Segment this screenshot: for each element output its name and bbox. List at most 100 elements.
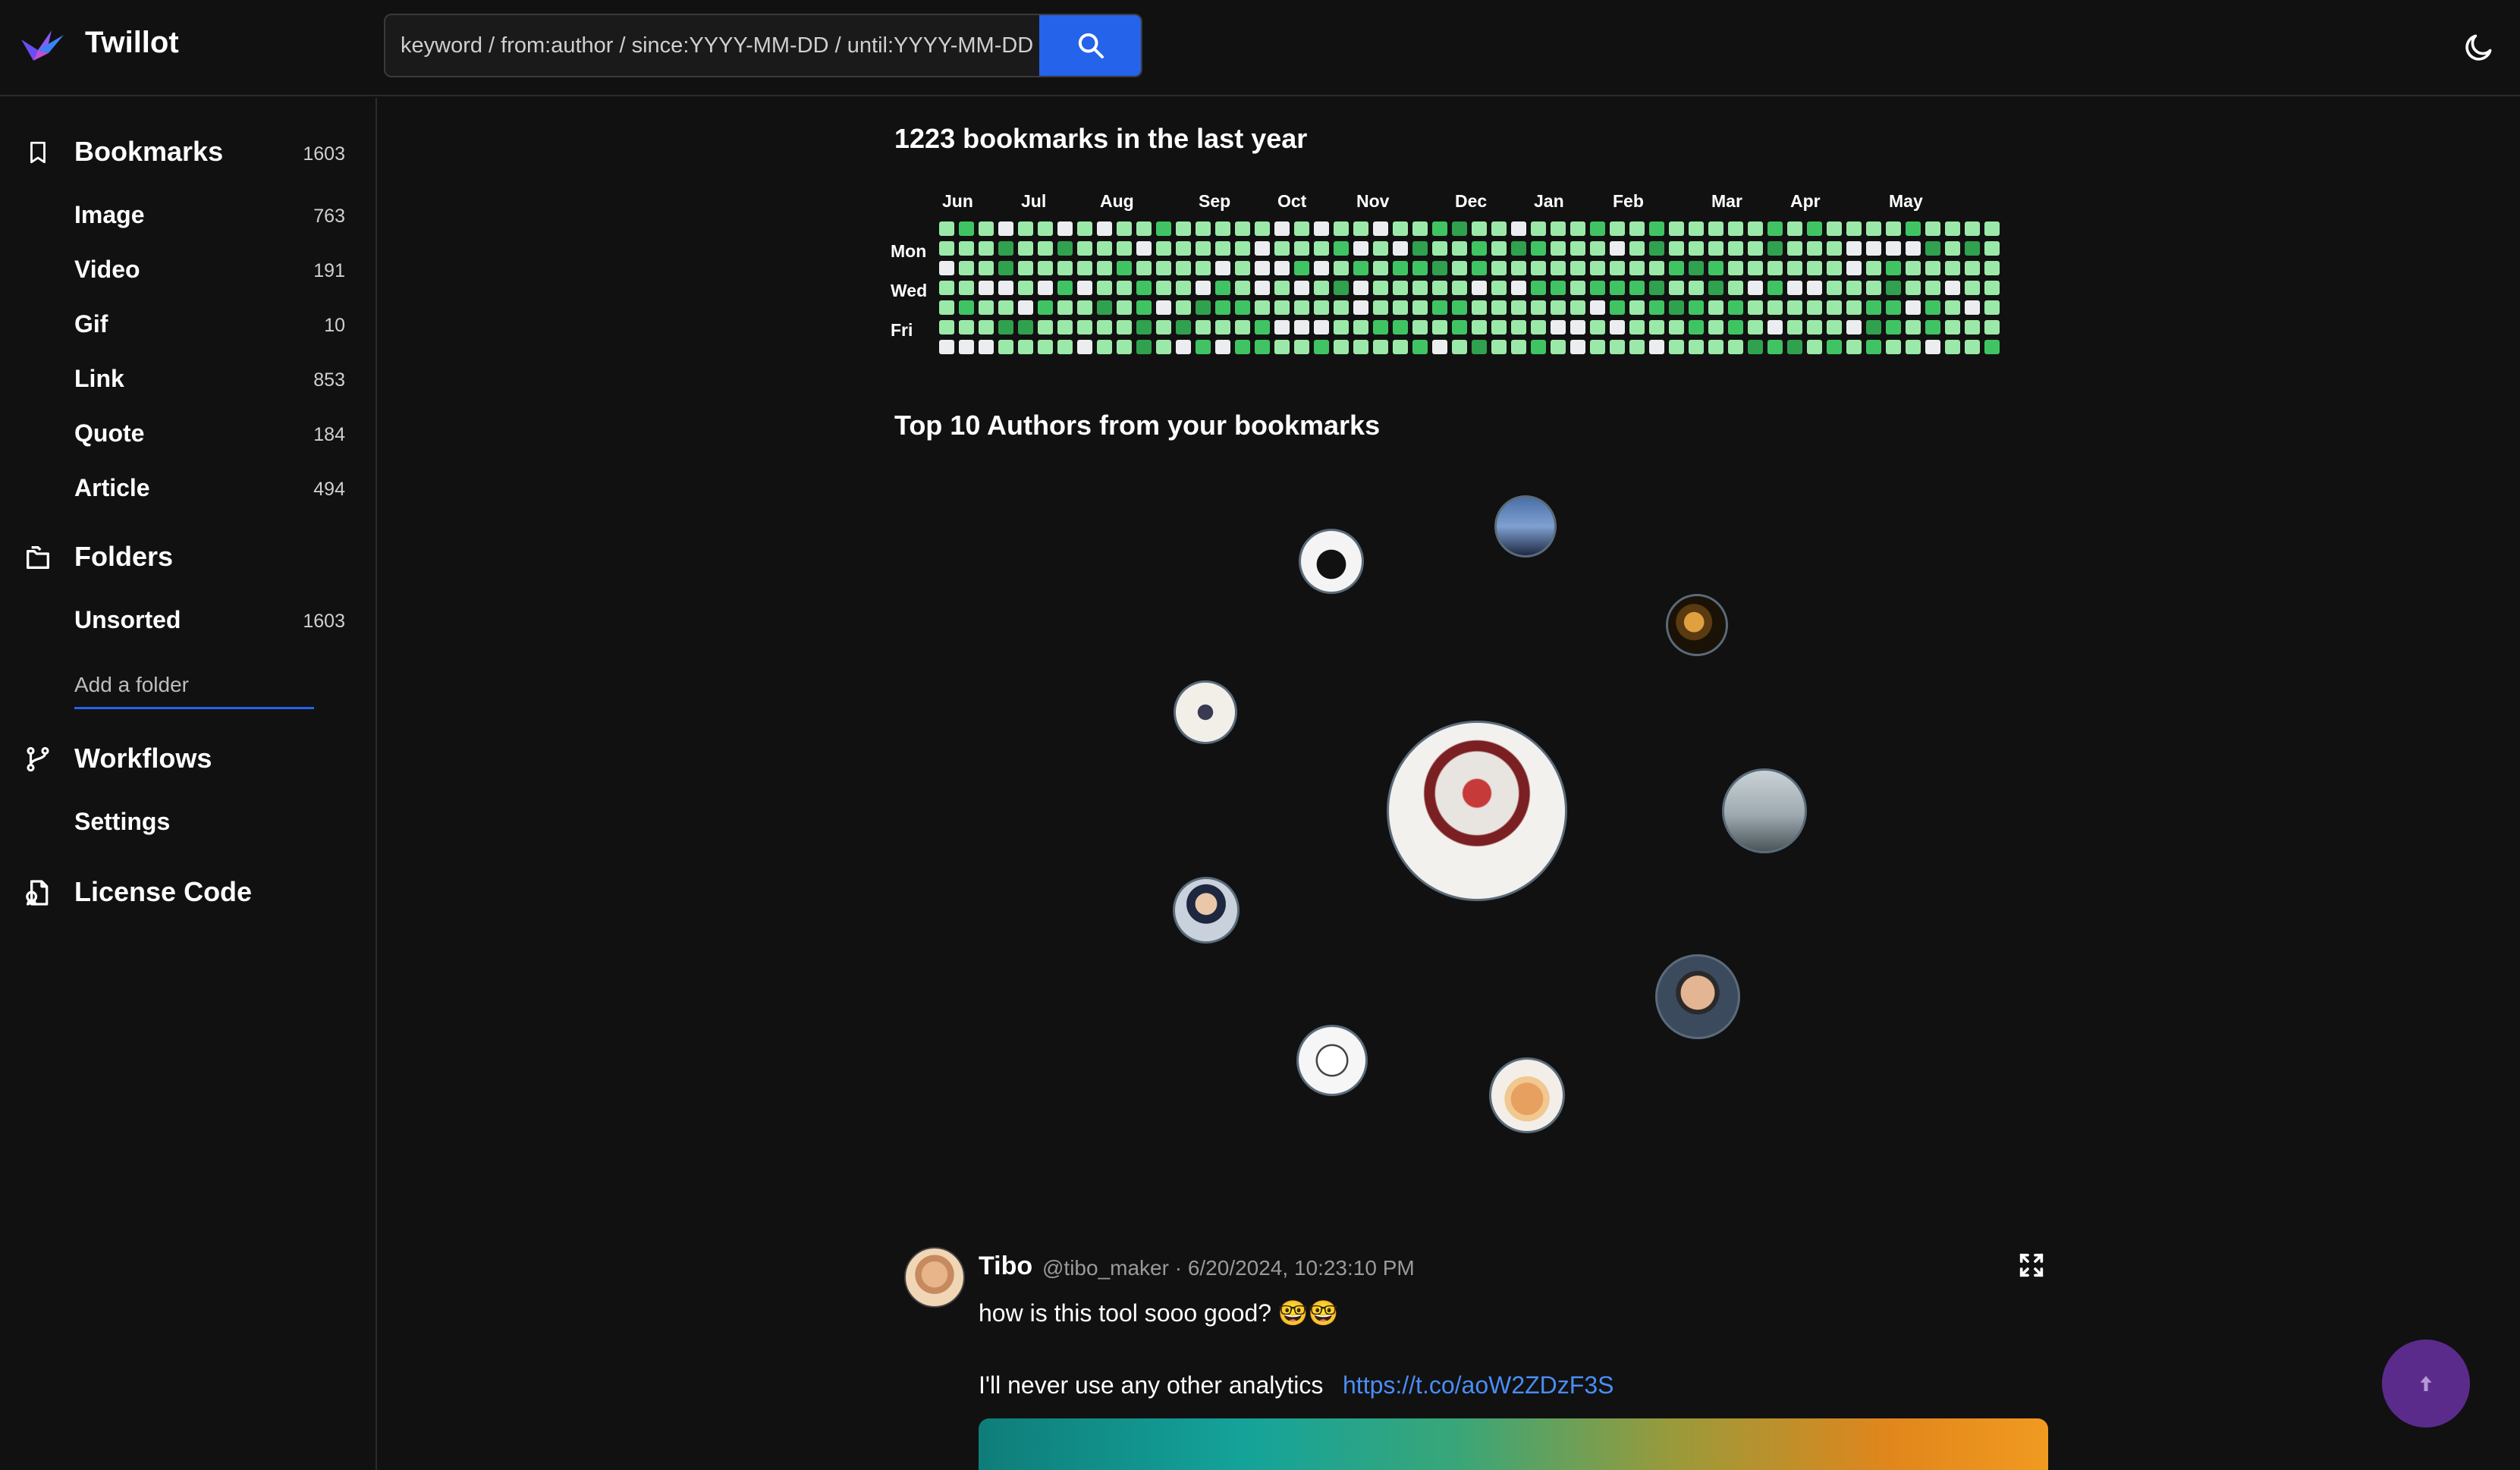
heatmap-cell[interactable] xyxy=(1215,281,1230,295)
heatmap-cell[interactable] xyxy=(1590,340,1605,354)
heatmap-cell[interactable] xyxy=(1018,221,1033,236)
heatmap-cell[interactable] xyxy=(1590,241,1605,256)
heatmap-cell[interactable] xyxy=(1570,281,1585,295)
author-avatar[interactable] xyxy=(1174,680,1237,744)
app-title[interactable]: Twillot xyxy=(85,26,179,60)
sidebar-item-workflows[interactable]: Workflows xyxy=(0,735,377,781)
heatmap-cell[interactable] xyxy=(1472,300,1487,315)
heatmap-cell[interactable] xyxy=(1708,300,1723,315)
heatmap-cell[interactable] xyxy=(1767,241,1783,256)
heatmap-cell[interactable] xyxy=(1945,221,1960,236)
heatmap-cell[interactable] xyxy=(959,300,974,315)
heatmap-cell[interactable] xyxy=(1669,320,1684,335)
heatmap-cell[interactable] xyxy=(1117,340,1132,354)
heatmap-cell[interactable] xyxy=(1531,221,1546,236)
heatmap-cell[interactable] xyxy=(1235,340,1250,354)
heatmap-cell[interactable] xyxy=(1649,320,1664,335)
heatmap-cell[interactable] xyxy=(1373,261,1388,275)
heatmap-cell[interactable] xyxy=(1866,281,1881,295)
heatmap-cell[interactable] xyxy=(1393,300,1408,315)
heatmap-cell[interactable] xyxy=(1117,281,1132,295)
heatmap-cell[interactable] xyxy=(1314,261,1329,275)
sidebar-item-image[interactable]: Image 763 xyxy=(0,192,377,234)
heatmap-cell[interactable] xyxy=(1787,320,1802,335)
heatmap-cell[interactable] xyxy=(1334,261,1349,275)
heatmap-cell[interactable] xyxy=(1629,241,1645,256)
heatmap-cell[interactable] xyxy=(1156,281,1171,295)
heatmap-cell[interactable] xyxy=(1906,221,1921,236)
heatmap-cell[interactable] xyxy=(1156,340,1171,354)
heatmap-cell[interactable] xyxy=(1649,340,1664,354)
heatmap-cell[interactable] xyxy=(1689,340,1704,354)
heatmap-cell[interactable] xyxy=(1373,221,1388,236)
heatmap-cell[interactable] xyxy=(1038,281,1053,295)
heatmap-cell[interactable] xyxy=(1432,261,1447,275)
heatmap-cell[interactable] xyxy=(1393,261,1408,275)
heatmap-cell[interactable] xyxy=(959,241,974,256)
author-avatar[interactable] xyxy=(1722,768,1807,853)
heatmap-cell[interactable] xyxy=(1018,300,1033,315)
heatmap-cell[interactable] xyxy=(1176,300,1191,315)
heatmap-cell[interactable] xyxy=(1314,340,1329,354)
heatmap-cell[interactable] xyxy=(1334,300,1349,315)
heatmap-cell[interactable] xyxy=(1018,320,1033,335)
heatmap-cell[interactable] xyxy=(1393,221,1408,236)
heatmap-cell[interactable] xyxy=(1196,300,1211,315)
heatmap-cell[interactable] xyxy=(1018,281,1033,295)
heatmap-cell[interactable] xyxy=(1925,300,1940,315)
heatmap-cell[interactable] xyxy=(998,221,1013,236)
heatmap-cell[interactable] xyxy=(1452,340,1467,354)
heatmap-cell[interactable] xyxy=(1629,221,1645,236)
heatmap-cell[interactable] xyxy=(1728,221,1743,236)
heatmap-cell[interactable] xyxy=(1057,340,1073,354)
heatmap-cell[interactable] xyxy=(1945,241,1960,256)
heatmap-cell[interactable] xyxy=(1669,221,1684,236)
sidebar-item-article[interactable]: Article 494 xyxy=(0,465,377,507)
heatmap-cell[interactable] xyxy=(1196,241,1211,256)
heatmap-cell[interactable] xyxy=(1610,221,1625,236)
heatmap-cell[interactable] xyxy=(1984,261,2000,275)
heatmap-cell[interactable] xyxy=(1274,281,1290,295)
heatmap-cell[interactable] xyxy=(1334,221,1349,236)
sidebar-item-license-code[interactable]: License Code xyxy=(0,868,377,914)
heatmap-cell[interactable] xyxy=(1097,320,1112,335)
heatmap-cell[interactable] xyxy=(1057,261,1073,275)
add-folder-input[interactable]: Add a folder xyxy=(74,664,314,709)
heatmap-cell[interactable] xyxy=(1274,261,1290,275)
heatmap-cell[interactable] xyxy=(1235,241,1250,256)
heatmap-cell[interactable] xyxy=(1728,320,1743,335)
heatmap-cell[interactable] xyxy=(1077,221,1092,236)
heatmap-cell[interactable] xyxy=(1866,241,1881,256)
heatmap-cell[interactable] xyxy=(1906,281,1921,295)
heatmap-cell[interactable] xyxy=(979,221,994,236)
author-avatar[interactable] xyxy=(1655,954,1740,1039)
heatmap-cell[interactable] xyxy=(1294,320,1309,335)
heatmap-cell[interactable] xyxy=(1570,320,1585,335)
heatmap-cell[interactable] xyxy=(998,281,1013,295)
heatmap-cell[interactable] xyxy=(1018,241,1033,256)
heatmap-cell[interactable] xyxy=(1215,241,1230,256)
heatmap-cell[interactable] xyxy=(1827,281,1842,295)
heatmap-cell[interactable] xyxy=(1491,221,1507,236)
heatmap-cell[interactable] xyxy=(1117,320,1132,335)
heatmap-cell[interactable] xyxy=(1038,320,1053,335)
heatmap-cell[interactable] xyxy=(1827,221,1842,236)
heatmap-cell[interactable] xyxy=(1491,340,1507,354)
heatmap-cell[interactable] xyxy=(1551,340,1566,354)
heatmap-cell[interactable] xyxy=(1886,281,1901,295)
heatmap-cell[interactable] xyxy=(1827,340,1842,354)
heatmap-cell[interactable] xyxy=(1196,261,1211,275)
heatmap-cell[interactable] xyxy=(1117,261,1132,275)
heatmap-cell[interactable] xyxy=(939,241,954,256)
heatmap-cell[interactable] xyxy=(1038,261,1053,275)
heatmap-cell[interactable] xyxy=(1472,340,1487,354)
heatmap-cell[interactable] xyxy=(998,261,1013,275)
tweet-author-name[interactable]: Tibo xyxy=(979,1252,1032,1281)
heatmap-cell[interactable] xyxy=(1353,221,1368,236)
heatmap-cell[interactable] xyxy=(1708,241,1723,256)
heatmap-cell[interactable] xyxy=(998,300,1013,315)
heatmap-cell[interactable] xyxy=(1314,300,1329,315)
heatmap-cell[interactable] xyxy=(1334,340,1349,354)
heatmap-cell[interactable] xyxy=(1196,281,1211,295)
sidebar-item-settings[interactable]: Settings xyxy=(0,799,377,841)
